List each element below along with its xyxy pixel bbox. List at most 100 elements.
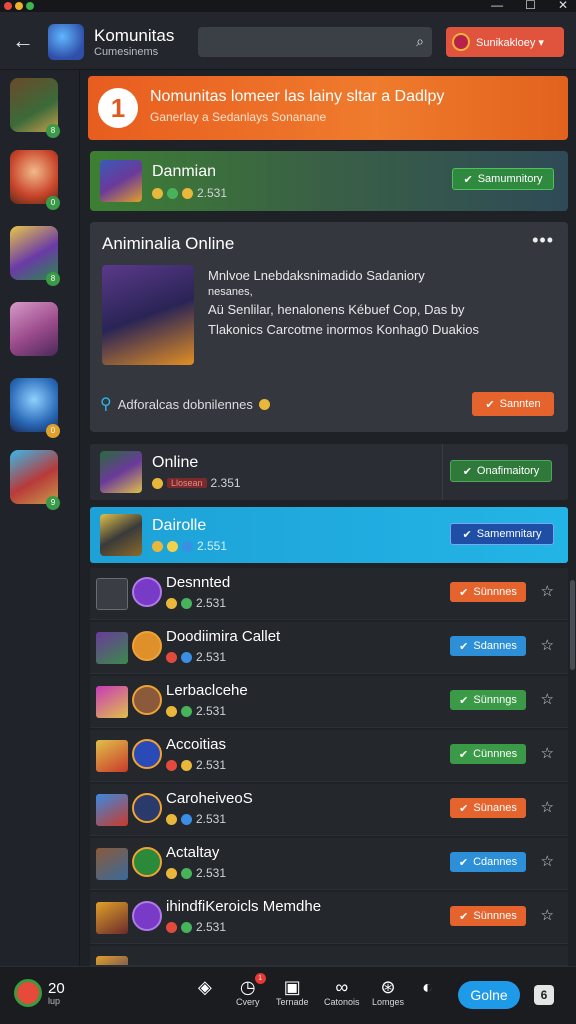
coin-icon — [181, 759, 192, 771]
game-art — [96, 632, 128, 664]
list-item-meta: 2.531 — [166, 758, 226, 772]
shield-icon — [258, 398, 270, 410]
nav-discover[interactable]: ◈ — [198, 977, 212, 997]
list-item-count: 2.531 — [196, 758, 227, 772]
game-badge-icon — [132, 739, 162, 769]
row-title: Danmian — [152, 163, 217, 180]
list-item[interactable]: Doodiimira Callet 2.531 ✔ Sdannes ☆ — [90, 622, 568, 674]
list-item-title: CaroheiveoS — [166, 790, 253, 807]
level-count: 20 — [48, 979, 65, 997]
star-icon[interactable]: ☆ — [541, 744, 554, 762]
list-item[interactable] — [90, 946, 568, 966]
featured-community-row[interactable]: Danmian 2.531 ✔ Samumnitory — [90, 151, 568, 211]
list-item-count: 2.531 — [196, 704, 227, 718]
app-logo-icon: ◐ — [422, 977, 433, 997]
member-icon — [181, 867, 192, 879]
card-line-1: Mnlvoe Lnebdaksnimadido Sadaniory — [208, 268, 425, 283]
list-item-count: 2.531 — [196, 920, 227, 934]
list-item-meta: 2.531 — [166, 920, 226, 934]
close-dot[interactable] — [4, 2, 12, 10]
community-avatar — [48, 24, 84, 60]
sidebar-item-6[interactable]: 9 — [10, 450, 62, 510]
nav-app[interactable]: ◐ — [422, 977, 433, 997]
divider — [442, 444, 443, 500]
go-button[interactable]: Golne — [458, 981, 520, 1009]
join-button[interactable]: ✔ Samemnitary — [450, 523, 554, 545]
star-icon[interactable]: ☆ — [541, 690, 554, 708]
community-card: Animinalia Online ••• Mnlvoe Lnebdaksnim… — [90, 222, 568, 432]
nav-catonois[interactable]: ∞ Catonois — [324, 977, 360, 1007]
highlight-row-selected[interactable]: Dairolle 2.551 ✔ Samemnitary — [90, 507, 568, 563]
list-item-title: Lerbaclcehe — [166, 682, 248, 699]
card-action-button[interactable]: ✔ Sannten — [472, 392, 554, 416]
nav-ternade[interactable]: ▣ Ternade — [276, 977, 309, 1007]
scrollbar[interactable] — [570, 580, 575, 670]
list-item-button[interactable]: ✔ Cünnnes — [450, 744, 526, 764]
game-art — [96, 794, 128, 826]
nav-every[interactable]: ◷ 1 Cvery — [236, 973, 266, 1007]
star-icon[interactable]: ☆ — [541, 798, 554, 816]
minimize-dot[interactable] — [15, 2, 23, 10]
game-art — [96, 848, 128, 880]
coin-icon — [166, 813, 177, 825]
list-item[interactable]: CaroheiveoS 2.531 ✔ Sünanes ☆ — [90, 784, 568, 836]
game-badge-icon — [132, 847, 162, 877]
join-button[interactable]: ✔ Samumnitory — [452, 168, 554, 190]
list-item-button[interactable]: ✔ Cdannes — [450, 852, 526, 872]
list-item[interactable]: Actaltay 2.531 ✔ Cdannes ☆ — [90, 838, 568, 890]
close-button[interactable]: ✕ — [558, 0, 568, 12]
star-icon[interactable]: ☆ — [541, 582, 554, 600]
game-badge-icon — [132, 793, 162, 823]
level-indicator[interactable]: 20 lup — [14, 979, 65, 1007]
minimize-button[interactable]: — — [491, 0, 503, 12]
star-icon[interactable]: ☆ — [541, 852, 554, 870]
sidebar-item-2[interactable]: 0 — [10, 150, 62, 210]
list-item-title: Doodiimira Callet — [166, 628, 281, 645]
maximize-button[interactable]: ☐ — [525, 0, 536, 12]
list-item-button-label: Sünnngs — [473, 694, 517, 706]
announcement-banner[interactable]: 1 Nomunitas lomeer las lainy sltar a Dad… — [88, 76, 568, 140]
sidebar-item-3[interactable]: 8 — [10, 226, 62, 286]
check-icon: ✔ — [458, 856, 469, 869]
card-tag: ⚲ Adforalcas dobnilennes — [100, 394, 270, 414]
coin-icon — [166, 705, 177, 717]
row-thumbnail — [100, 514, 142, 556]
list-item-button[interactable]: ✔ Sünanes — [450, 798, 526, 818]
list-item-button[interactable]: ✔ Sdannes — [450, 636, 526, 656]
list-item-button[interactable]: ✔ Sünnnes — [450, 906, 526, 926]
card-line-3: Aü Senlilar, henalonens Kébuef Cop, Das … — [208, 302, 465, 317]
list-item[interactable]: Accoitias 2.531 ✔ Cünnnes ☆ — [90, 730, 568, 782]
coin-icon — [152, 540, 163, 552]
back-arrow-icon[interactable]: ← — [12, 28, 34, 54]
star-icon[interactable]: ☆ — [541, 906, 554, 924]
bottom-bar: 20 lup ◈ ◷ 1 Cvery ▣ Ternade ∞ Catonois ⊛… — [0, 966, 576, 1024]
list-item-meta: 2.531 — [166, 866, 226, 880]
list-item[interactable]: ihindfiKeroicls Memdhe 2.531 ✔ Sünnnes ☆ — [90, 892, 568, 944]
list-item[interactable]: Desnnted 2.531 ✔ Sünnnes ☆ — [90, 568, 568, 620]
nav-label: Lomges — [372, 997, 405, 1007]
list-item-button[interactable]: ✔ Sünnngs — [450, 690, 526, 710]
sidebar-badge: 8 — [46, 124, 60, 138]
star-icon[interactable]: ☆ — [541, 636, 554, 654]
more-options-icon[interactable]: ••• — [532, 230, 554, 251]
profile-dropdown-button[interactable]: Sunikakloey ▾ — [446, 27, 564, 57]
nav-lomges[interactable]: ⊛ Lomges — [372, 977, 404, 1007]
sidebar-item-1[interactable]: 8 — [10, 78, 62, 138]
join-button[interactable]: ✔ Onafimaitory — [450, 460, 552, 482]
community-sidebar: 8 0 8 0 9 — [0, 70, 80, 966]
sidebar-item-5[interactable]: 0 — [10, 378, 62, 438]
banner-number: 1 — [98, 88, 138, 128]
list-item-button[interactable]: ✔ Sünnnes — [450, 582, 526, 602]
sidebar-badge: 0 — [46, 424, 60, 438]
list-item-meta: 2.531 — [166, 650, 226, 664]
search-icon[interactable]: ⌕ — [416, 33, 424, 50]
highlight-row-online[interactable]: Online Llosean 2.351 ✔ Onafimaitory — [90, 444, 568, 500]
search-input[interactable]: ⌕ — [198, 27, 432, 57]
coin-icon — [167, 540, 178, 552]
list-item[interactable]: Lerbaclcehe 2.531 ✔ Sünnngs ☆ — [90, 676, 568, 728]
store-icon[interactable]: 6 — [534, 985, 554, 1005]
window-dots — [4, 2, 34, 10]
game-art — [96, 740, 128, 772]
sidebar-item-4[interactable] — [10, 302, 62, 362]
zoom-dot[interactable] — [26, 2, 34, 10]
